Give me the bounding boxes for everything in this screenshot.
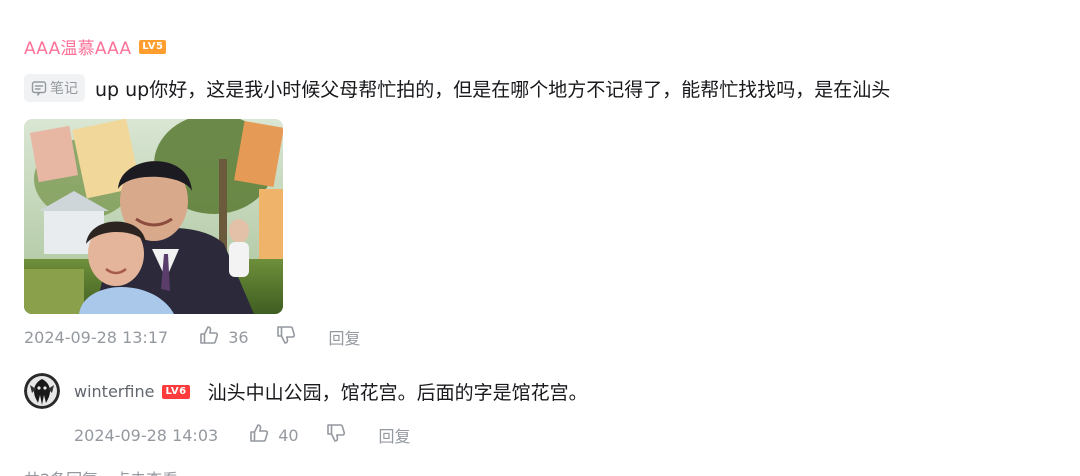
thumbs-down-icon bbox=[325, 422, 347, 448]
comment-meta: 2024-09-28 13:17 36 回复 bbox=[24, 324, 361, 350]
comment-text: up up你好，这是我小时候父母帮忙拍的，但是在哪个地方不记得了，能帮忙找找吗，… bbox=[95, 78, 891, 101]
like-count: 36 bbox=[228, 327, 249, 347]
reply-meta: 2024-09-28 14:03 40 回复 bbox=[74, 422, 411, 448]
comment-username[interactable]: AAA温慕AAA bbox=[24, 34, 131, 59]
dislike-button[interactable] bbox=[275, 324, 297, 350]
note-icon bbox=[31, 80, 47, 96]
comment-section: AAA温慕AAA LV5 笔记 up up你好，这是我小时候父母帮忙拍的，但是在… bbox=[0, 0, 1080, 476]
comment-body: 笔记 up up你好，这是我小时候父母帮忙拍的，但是在哪个地方不记得了，能帮忙找… bbox=[24, 74, 890, 102]
comment-timestamp: 2024-09-28 13:17 bbox=[24, 327, 169, 347]
reply-body: winterfine LV6 汕头中山公园，馆花宫。后面的字是馆花宫。 bbox=[74, 378, 588, 405]
level-badge: LV6 bbox=[162, 384, 190, 399]
comment-header: AAA温慕AAA LV5 bbox=[24, 34, 167, 59]
like-count: 40 bbox=[278, 425, 299, 445]
like-button[interactable]: 40 bbox=[248, 422, 299, 448]
view-more-replies[interactable]: 共2条回复，点击查看 bbox=[24, 466, 178, 476]
thumbs-down-icon bbox=[275, 324, 297, 350]
reply-button[interactable]: 回复 bbox=[329, 325, 361, 349]
avatar[interactable] bbox=[24, 373, 60, 409]
comment-photo[interactable] bbox=[24, 119, 283, 314]
note-tag[interactable]: 笔记 bbox=[24, 74, 85, 102]
reply-timestamp: 2024-09-28 14:03 bbox=[74, 425, 219, 445]
reply-text: 汕头中山公园，馆花宫。后面的字是馆花宫。 bbox=[207, 382, 588, 404]
reply-username[interactable]: winterfine bbox=[74, 382, 154, 401]
note-tag-label: 笔记 bbox=[50, 81, 78, 97]
thumbs-up-icon bbox=[198, 324, 220, 350]
like-button[interactable]: 36 bbox=[198, 324, 249, 350]
reply-button[interactable]: 回复 bbox=[379, 423, 411, 447]
level-badge: LV5 bbox=[139, 39, 167, 54]
thumbs-up-icon bbox=[248, 422, 270, 448]
dislike-button[interactable] bbox=[325, 422, 347, 448]
